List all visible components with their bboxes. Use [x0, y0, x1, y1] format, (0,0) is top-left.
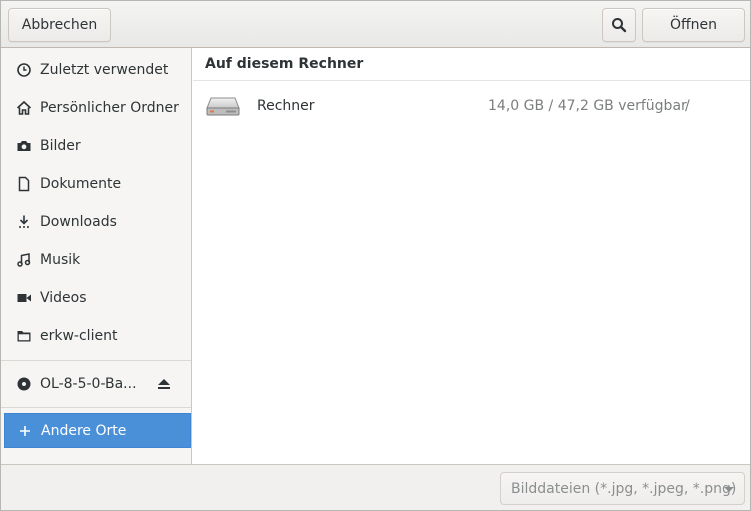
sidebar-item-optical-drive[interactable]: OL-8-5-0-Ba... [1, 365, 191, 403]
search-button[interactable] [602, 8, 636, 42]
plus-icon [16, 423, 34, 439]
sidebar-item-label: Andere Orte [41, 422, 127, 439]
sidebar-item-music[interactable]: Musik [1, 241, 191, 279]
sidebar-item-label: Zuletzt verwendet [40, 62, 169, 78]
sidebar-item-documents[interactable]: Dokumente [1, 165, 191, 203]
sidebar-item-label: OL-8-5-0-Ba... [40, 376, 137, 392]
file-chooser-dialog: Abbrechen Öffnen Zuletzt verwendet Persö… [0, 0, 751, 511]
location-name: Rechner [257, 98, 315, 114]
sidebar-item-pictures[interactable]: Bilder [1, 127, 191, 165]
sidebar-item-home[interactable]: Persönlicher Ordner [1, 89, 191, 127]
sidebar-item-recent[interactable]: Zuletzt verwendet [1, 51, 191, 89]
sidebar-separator [1, 360, 191, 361]
download-icon [15, 214, 33, 230]
file-type-filter[interactable]: Bilddateien (*.jpg, *.jpeg, *.png) [500, 472, 745, 505]
cancel-button[interactable]: Abbrechen [8, 8, 111, 42]
camera-icon [15, 138, 33, 154]
sidebar-item-other-locations[interactable]: Andere Orte [4, 413, 191, 448]
folder-icon [15, 328, 33, 344]
sidebar-item-label: erkw-client [40, 328, 118, 344]
optical-disc-icon [15, 376, 33, 392]
sidebar-item-erkw-client[interactable]: erkw-client [1, 317, 191, 355]
sidebar-item-label: Persönlicher Ordner [40, 100, 179, 116]
home-icon [15, 100, 33, 116]
location-free-space: 14,0 GB / 47,2 GB verfügbar [488, 98, 687, 114]
recent-icon [15, 62, 33, 78]
dialog-footer: Bilddateien (*.jpg, *.jpeg, *.png) [1, 464, 750, 510]
sidebar-item-label: Bilder [40, 138, 81, 154]
sidebar-item-label: Musik [40, 252, 81, 268]
document-icon [15, 176, 33, 192]
location-path: / [685, 98, 690, 114]
video-icon [15, 290, 33, 306]
sidebar-item-downloads[interactable]: Downloads [1, 203, 191, 241]
header-bar: Abbrechen Öffnen [1, 1, 750, 48]
hard-drive-icon [206, 94, 240, 118]
places-sidebar: Zuletzt verwendet Persönlicher Ordner Bi… [1, 48, 192, 464]
sidebar-separator [1, 407, 191, 408]
sidebar-item-label: Videos [40, 290, 87, 306]
chevron-down-icon [724, 487, 734, 492]
search-icon [612, 18, 627, 33]
music-icon [15, 252, 33, 268]
location-row-computer[interactable]: Rechner 14,0 GB / 47,2 GB verfügbar / [193, 86, 750, 126]
section-title: Auf diesem Rechner [193, 48, 750, 81]
sidebar-item-videos[interactable]: Videos [1, 279, 191, 317]
sidebar-item-label: Dokumente [40, 176, 122, 192]
sidebar-item-label: Downloads [40, 214, 117, 230]
filter-value: Bilddateien (*.jpg, *.jpeg, *.png) [511, 480, 737, 497]
eject-icon[interactable] [157, 376, 171, 392]
open-button[interactable]: Öffnen [642, 8, 745, 42]
locations-view: Auf diesem Rechner Rechner 14,0 GB / 47,… [193, 48, 750, 464]
